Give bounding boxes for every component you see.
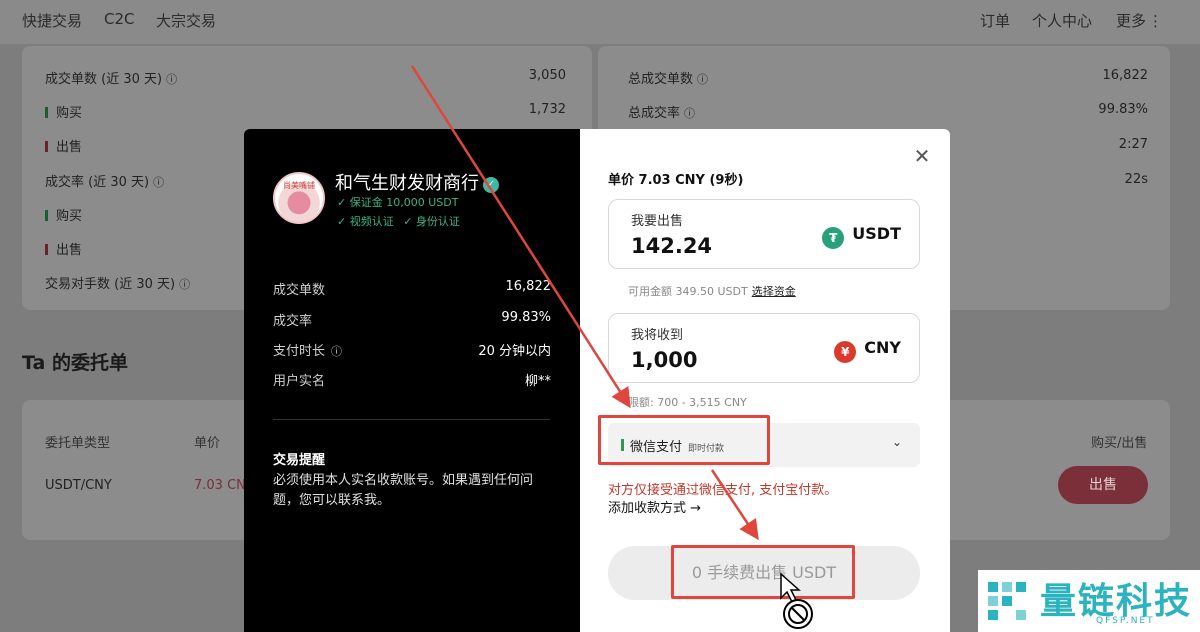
mouse-cursor-icon (779, 572, 819, 632)
annotation-arrows (410, 65, 759, 541)
watermark: 量链科技 QFSP.NET (978, 570, 1200, 632)
watermark-sub: QFSP.NET (1096, 616, 1155, 626)
arrow-to-submit (710, 469, 759, 541)
arrow-to-payment (410, 65, 631, 409)
watermark-logo-icon (988, 582, 1026, 620)
